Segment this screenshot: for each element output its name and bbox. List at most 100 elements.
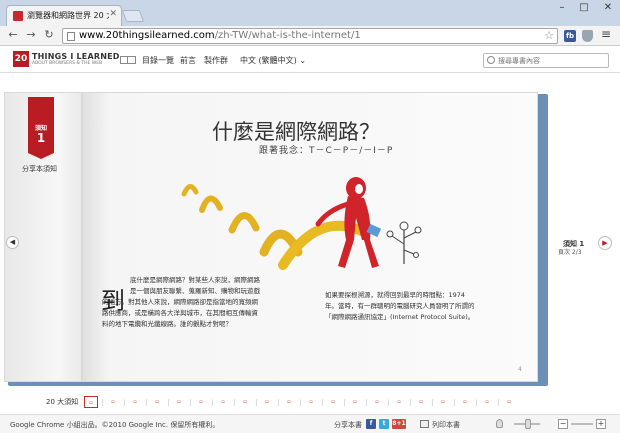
chapter-divider: [212, 399, 213, 406]
menu-icon[interactable]: ≡: [601, 27, 611, 41]
chapter-thumbnail-icon[interactable]: ▫: [480, 396, 494, 408]
zoom-bar: [571, 423, 593, 425]
share-chapter-link[interactable]: 分享本須知: [22, 164, 57, 174]
page-icon: [67, 32, 75, 41]
chapter-thumbnail-icon[interactable]: ▫: [348, 396, 362, 408]
browser-tabstrip: 瀏覽器和網路世界 20 大… ✕ – □ ✕: [0, 0, 620, 26]
paragraph-line: 底什麼是網際網路？對某些人來說，網際網路: [130, 276, 260, 284]
chapter-divider: [146, 399, 147, 406]
copyright-text: Google Chrome 小組出品。©2010 Google Inc. 保留所…: [10, 421, 220, 429]
language-selector[interactable]: 中文 (繁體中文) ⌄: [240, 55, 306, 66]
chapter-thumbnail-icon[interactable]: ▫: [502, 396, 516, 408]
facebook-share-icon[interactable]: f: [366, 419, 376, 429]
footer: Google Chrome 小組出品。©2010 Google Inc. 保留所…: [0, 414, 620, 433]
browser-toolbar: ← → ↻ www.20thingsilearned.com/zh-TW/wha…: [0, 26, 620, 46]
search-box[interactable]: [483, 53, 609, 68]
chapter-thumbnail-icon[interactable]: ▫: [172, 396, 186, 408]
shield-extension-icon[interactable]: [582, 30, 593, 42]
site-favicon-icon: [13, 11, 23, 21]
chapter-thumbnail-icon[interactable]: ▫: [260, 396, 274, 408]
chapter-thumbnail-icon[interactable]: ▫: [326, 396, 340, 408]
side-page-info: 頁次 2/3: [558, 249, 582, 256]
slider-handle[interactable]: [525, 419, 531, 429]
chapter-thumbnail-icon[interactable]: ▫: [106, 396, 120, 408]
reload-icon[interactable]: ↻: [42, 28, 56, 42]
new-tab-button[interactable]: [121, 10, 145, 22]
logo-title[interactable]: THINGS I LEARNED: [32, 52, 120, 61]
logo-subtitle: ABOUT BROWSERS & THE WEB: [32, 61, 103, 66]
paragraph-line: 「網際網路通訊協定」(Internet Protocol Suite)。: [325, 313, 475, 321]
chapter-divider: [124, 399, 125, 406]
tab-title: 瀏覽器和網路世界 20 大…: [27, 11, 109, 20]
paragraph-line: 是一個與朋友聯繫、蒐羅新知、購物和玩遊戲: [130, 287, 260, 295]
zoom-out-button[interactable]: −: [558, 419, 568, 429]
paragraph-line: 年。當時，有一群聰明的電腦研究人員發明了所謂的: [325, 302, 475, 310]
twitter-share-icon[interactable]: t: [379, 419, 389, 429]
chapter-ribbon: 須知 1: [28, 97, 54, 159]
chapter-divider: [102, 399, 103, 406]
chapter-thumbnail-icon[interactable]: ▫: [436, 396, 450, 408]
table-of-contents-icon[interactable]: [120, 56, 136, 64]
ribbon-number: 1: [36, 131, 46, 145]
pipe-character-illustration: [181, 177, 422, 270]
tab-close-icon[interactable]: ✕: [109, 9, 117, 19]
chapter-thumbnail-icon[interactable]: ▫: [370, 396, 384, 408]
url-text: www.20thingsilearned.com/zh-TW/what-is-t…: [79, 30, 361, 41]
chapter-thumbnail-icon[interactable]: ▫: [238, 396, 252, 408]
paragraph-left: 底什麼是網際網路？對某些人來說，網際網路 是一個與朋友聯繫、蒐羅新知、購物和玩遊…: [102, 275, 276, 330]
next-page-button[interactable]: ▶: [598, 236, 612, 250]
chapter-thumbnail-icon[interactable]: ▫: [128, 396, 142, 408]
nav-credits[interactable]: 製作群: [204, 55, 228, 66]
paragraph-line: 料的地下電纜和光纖線路。誰的觀點才對呢？: [102, 320, 232, 328]
chapter-divider: [410, 399, 411, 406]
close-window-button[interactable]: ✕: [598, 2, 618, 16]
facebook-extension-icon[interactable]: fb: [564, 30, 576, 42]
chapter-thumbnail-icon[interactable]: ▫: [194, 396, 208, 408]
share-book-label: 分享本書: [334, 421, 362, 429]
search-icon: [487, 56, 495, 64]
chapter-divider: [476, 399, 477, 406]
chapter-divider: [388, 399, 389, 406]
chapter-thumbnail-icon[interactable]: ▫: [84, 396, 98, 408]
chapter-nav-label: 20 大須知: [46, 398, 79, 406]
minimize-button[interactable]: –: [552, 2, 572, 16]
previous-page-button[interactable]: ◀: [6, 236, 19, 249]
chapter-thumbnail-icon[interactable]: ▫: [282, 396, 296, 408]
logo-mark[interactable]: 20: [13, 51, 29, 67]
site-header: 20 THINGS I LEARNED ABOUT BROWSERS & THE…: [0, 47, 620, 73]
chapter-divider: [498, 399, 499, 406]
google-plus-share-icon[interactable]: 8+1: [392, 419, 406, 429]
nav-table-of-contents[interactable]: 目錄一覽: [142, 55, 174, 66]
chapter-thumbnail-icon[interactable]: ▫: [392, 396, 406, 408]
chevron-down-icon: ⌄: [299, 56, 307, 65]
lightbulb-icon[interactable]: [496, 419, 503, 428]
back-arrow-icon[interactable]: ←: [6, 28, 20, 42]
chapter-thumbnail-icon[interactable]: ▫: [150, 396, 164, 408]
bookmark-star-icon[interactable]: ☆: [544, 29, 554, 42]
print-book-link[interactable]: 列印本書: [432, 420, 460, 430]
chapter-thumbnail-icon[interactable]: ▫: [414, 396, 428, 408]
address-bar[interactable]: www.20thingsilearned.com/zh-TW/what-is-t…: [62, 28, 558, 44]
chapter-thumbnail-icon[interactable]: ▫: [216, 396, 230, 408]
paragraph-right: 如果要探根溯源，就得回到最早的時間點：1974 年。當時，有一群聰明的電腦研究人…: [325, 290, 505, 323]
chapter-thumbnail-icon[interactable]: ▫: [458, 396, 472, 408]
chapter-divider: [168, 399, 169, 406]
nav-foreword[interactable]: 前言: [180, 55, 196, 66]
chapter-divider: [454, 399, 455, 406]
chapter-divider: [322, 399, 323, 406]
print-icon[interactable]: [420, 420, 429, 428]
forward-arrow-icon[interactable]: →: [24, 28, 38, 42]
chapter-divider: [256, 399, 257, 406]
zoom-in-button[interactable]: +: [596, 419, 606, 429]
chapter-divider: [300, 399, 301, 406]
chapter-thumbnail-icon[interactable]: ▫: [304, 396, 318, 408]
browser-tab[interactable]: 瀏覽器和網路世界 20 大… ✕: [6, 5, 122, 26]
chapter-subtitle: 跟著我念：T－C－P－/－I－P: [259, 146, 394, 156]
chapter-navigation: 20 大須知 ▫ ▫ ▫ ▫ ▫ ▫ ▫ ▫ ▫ ▫ ▫ ▫ ▫ ▫ ▫ ▫ ▫ ▫ ▫ ▫: [0, 396, 620, 410]
chapter-divider: [366, 399, 367, 406]
page-number: 4: [518, 366, 522, 373]
maximize-button[interactable]: □: [574, 2, 594, 16]
chapter-title: 什麼是網際網路？: [212, 120, 380, 144]
paragraph-line: 路供應商，或是橫跨各大洋與城市，在其間相互傳輸資: [102, 309, 258, 317]
search-input[interactable]: [498, 55, 606, 66]
